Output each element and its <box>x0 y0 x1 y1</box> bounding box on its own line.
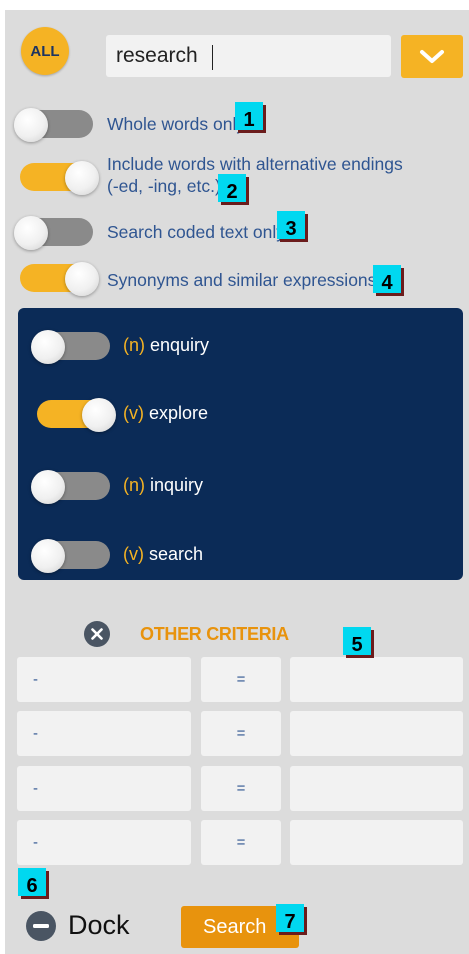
toggle-knob <box>82 398 116 432</box>
marker-7: 7 <box>276 904 304 932</box>
part-of-speech: (v) <box>123 403 144 423</box>
dock-button[interactable]: Dock <box>26 910 130 941</box>
toggle-synonym-search[interactable] <box>31 539 110 573</box>
toggle-knob <box>31 470 65 504</box>
toggle-synonym-explore[interactable] <box>37 398 116 432</box>
toggle-knob <box>31 539 65 573</box>
toggle-whole-words[interactable] <box>14 108 93 142</box>
synonym-enquiry: (n) enquiry <box>123 334 209 356</box>
criteria-operator-select[interactable]: = <box>201 820 281 865</box>
synonym-word: enquiry <box>150 335 210 355</box>
toggle-coded-text[interactable] <box>14 216 93 250</box>
marker-2: 2 <box>218 174 246 202</box>
part-of-speech: (v) <box>123 544 144 564</box>
toggle-knob <box>14 108 48 142</box>
toggle-knob <box>65 161 99 195</box>
synonym-explore: (v) explore <box>123 402 208 424</box>
option-label-whole-words: Whole words only <box>107 114 246 134</box>
option-label-line-1: Include words with alternative endings <box>107 154 403 174</box>
marker-1: 1 <box>235 102 263 130</box>
marker-5: 5 <box>343 627 371 655</box>
criteria-value-input[interactable] <box>290 711 463 756</box>
option-label-coded-text: Search coded text only. <box>107 222 289 242</box>
close-circle-icon[interactable] <box>84 621 110 647</box>
search-input[interactable] <box>106 35 391 77</box>
scope-all-button[interactable]: ALL <box>21 27 69 75</box>
criteria-field-select[interactable]: - <box>17 820 191 865</box>
criteria-field-select[interactable]: - <box>17 657 191 702</box>
dock-label: Dock <box>68 910 130 940</box>
criteria-value-input[interactable] <box>290 657 463 702</box>
other-criteria-header: OTHER CRITERIA <box>84 619 289 649</box>
search-dropdown-button[interactable] <box>401 35 463 78</box>
criteria-operator-select[interactable]: = <box>201 657 281 702</box>
criteria-operator-select[interactable]: = <box>201 711 281 756</box>
marker-4: 4 <box>373 265 401 293</box>
minus-circle-icon <box>26 910 56 941</box>
toggle-knob <box>14 216 48 250</box>
criteria-value-input[interactable] <box>290 766 463 811</box>
synonym-word: inquiry <box>150 475 204 495</box>
toggle-synonyms[interactable] <box>20 262 99 296</box>
option-label-alternative-endings: Include words with alternative endings (… <box>107 153 403 197</box>
chevron-down-icon <box>420 49 444 63</box>
synonym-inquiry: (n) inquiry <box>123 474 203 496</box>
synonym-word: search <box>149 544 204 564</box>
part-of-speech: (n) <box>123 335 145 355</box>
synonym-search: (v) search <box>123 543 203 565</box>
other-criteria-title: OTHER CRITERIA <box>140 623 289 644</box>
close-icon <box>91 628 103 640</box>
option-label-line-2: (-ed, -ing, etc.) <box>107 176 221 196</box>
option-label-synonyms: Synonyms and similar expressions. <box>107 270 382 290</box>
minus-icon <box>33 923 49 928</box>
criteria-operator-select[interactable]: = <box>201 766 281 811</box>
toggle-knob <box>31 330 65 364</box>
text-caret <box>212 45 213 70</box>
marker-3: 3 <box>277 211 305 239</box>
criteria-field-select[interactable]: - <box>17 711 191 756</box>
criteria-field-select[interactable]: - <box>17 766 191 811</box>
criteria-value-input[interactable] <box>290 820 463 865</box>
marker-6: 6 <box>18 868 46 896</box>
toggle-synonym-inquiry[interactable] <box>31 470 110 504</box>
toggle-knob <box>65 262 99 296</box>
toggle-alternative-endings[interactable] <box>20 161 99 195</box>
toggle-synonym-enquiry[interactable] <box>31 330 110 364</box>
synonym-word: explore <box>149 403 209 423</box>
part-of-speech: (n) <box>123 475 145 495</box>
